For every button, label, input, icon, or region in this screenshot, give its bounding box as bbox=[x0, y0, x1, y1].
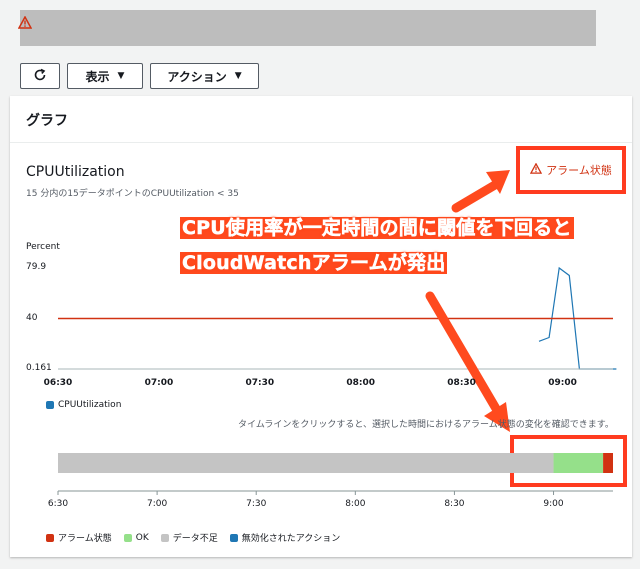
x-tick-label: 08:30 bbox=[447, 378, 476, 388]
warning-icon bbox=[17, 14, 33, 33]
annotation-line-1: CPU使用率が一定時間の間に閾値を下回ると bbox=[180, 217, 574, 239]
caret-down-icon: ▼ bbox=[234, 71, 242, 81]
alarm-badge-label: アラーム状態 bbox=[546, 164, 612, 177]
y-tick-label: 79.9 bbox=[26, 262, 47, 272]
timeline-tick-label: 7:30 bbox=[246, 499, 267, 509]
legend-label: CPUUtilization bbox=[58, 400, 122, 410]
alarm-state-badge[interactable]: アラーム状態 bbox=[516, 146, 626, 194]
view-label: 表示 bbox=[85, 69, 110, 84]
redacted-header bbox=[20, 10, 596, 46]
panel-header: グラフ bbox=[10, 96, 632, 143]
timeline-tick-label: 8:00 bbox=[345, 499, 366, 509]
caret-down-icon: ▼ bbox=[117, 71, 125, 81]
warning-icon bbox=[530, 162, 546, 177]
actions-dropdown-button[interactable]: アクション ▼ bbox=[150, 63, 259, 89]
timeline-tick-label: 8:30 bbox=[444, 499, 465, 509]
refresh-button[interactable] bbox=[20, 63, 60, 89]
refresh-icon bbox=[33, 68, 47, 85]
y-axis-label: Percent bbox=[26, 242, 60, 252]
view-dropdown-button[interactable]: 表示 ▼ bbox=[67, 63, 143, 89]
timeline-legend: アラーム状態 OK データ不足 無効化されたアクション bbox=[46, 531, 340, 544]
legend-item-insufficient: データ不足 bbox=[160, 531, 218, 544]
legend-item-disabled-actions: 無効化されたアクション bbox=[229, 531, 340, 544]
x-tick-label: 06:30 bbox=[43, 378, 73, 388]
x-tick-label: 09:00 bbox=[548, 378, 577, 388]
legend-swatch bbox=[46, 401, 54, 409]
x-tick-label: 08:00 bbox=[346, 378, 376, 388]
series-legend: CPUUtilization bbox=[46, 400, 121, 410]
x-tick-label: 07:00 bbox=[144, 378, 174, 388]
timeline-tick-label: 6:30 bbox=[47, 499, 69, 509]
chart-title: CPUUtilization bbox=[26, 164, 125, 180]
chart-subtitle: 15 分内の15データポイントのCPUUtilization < 35 bbox=[26, 189, 239, 199]
actions-label: アクション bbox=[167, 69, 227, 84]
y-tick-label: 0.161 bbox=[26, 363, 52, 373]
legend-item-ok: OK bbox=[123, 533, 149, 543]
panel-title: グラフ bbox=[26, 113, 68, 129]
legend-item-alarm: アラーム状態 bbox=[46, 531, 112, 544]
y-tick-label: 40 bbox=[26, 312, 38, 323]
annotation-line-2: CloudWatchアラームが発出 bbox=[180, 252, 448, 274]
timeline-hint: タイムラインをクリックすると、選択した時間におけるアラーム状態の変化を確認できま… bbox=[238, 420, 614, 430]
timeline-tick-label: 7:00 bbox=[146, 499, 168, 509]
x-tick-label: 07:30 bbox=[245, 378, 275, 388]
timeline-tick-label: 9:00 bbox=[543, 499, 564, 509]
